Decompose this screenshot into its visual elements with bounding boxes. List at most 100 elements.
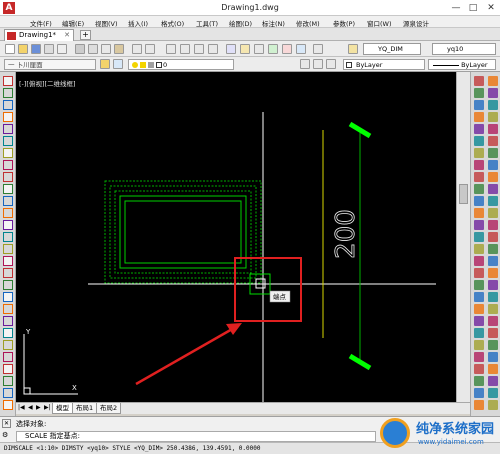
- modify-tool-0-10-icon[interactable]: [474, 196, 484, 206]
- modify-tool-1-5-icon[interactable]: [488, 136, 498, 146]
- help-icon[interactable]: [313, 44, 323, 54]
- modify-tool-1-14-icon[interactable]: [488, 244, 498, 254]
- tool-palettes-icon[interactable]: [254, 44, 264, 54]
- draw-tool-tool-20-icon[interactable]: [3, 316, 13, 326]
- modify-tool-1-12-icon[interactable]: [488, 220, 498, 230]
- modify-tool-1-7-icon[interactable]: [488, 160, 498, 170]
- text-style-select[interactable]: YQ_DIM: [363, 43, 421, 55]
- layer-previous-icon[interactable]: [113, 59, 123, 69]
- sheet-set-icon[interactable]: [268, 44, 278, 54]
- modify-tool-1-3-icon[interactable]: [488, 112, 498, 122]
- modify-tool-0-1-icon[interactable]: [474, 88, 484, 98]
- modify-tool-0-21-icon[interactable]: [474, 328, 484, 338]
- draw-tool-line-icon[interactable]: [3, 76, 13, 86]
- draw-tool-polygon-icon[interactable]: [3, 112, 13, 122]
- command-close-icon[interactable]: ✕: [2, 419, 11, 428]
- modify-tool-0-25-icon[interactable]: [474, 376, 484, 386]
- vertical-scrollbar[interactable]: [456, 72, 470, 402]
- match-properties-icon[interactable]: [114, 44, 124, 54]
- new-tab-button[interactable]: +: [80, 30, 91, 40]
- modify-tool-0-19-icon[interactable]: [474, 304, 484, 314]
- modify-tool-0-12-icon[interactable]: [474, 220, 484, 230]
- modify-tool-0-5-icon[interactable]: [474, 136, 484, 146]
- new-file-icon[interactable]: [5, 44, 15, 54]
- tab-drawing1[interactable]: Drawing1* ✕: [4, 29, 74, 41]
- dim-style-select[interactable]: yq10: [432, 43, 496, 55]
- draw-tool-tool-25-icon[interactable]: [3, 376, 13, 386]
- modify-tool-1-24-icon[interactable]: [488, 364, 498, 374]
- layer-filter-select[interactable]: 一 卜川厘面: [4, 59, 96, 70]
- text-style-icon[interactable]: [348, 44, 358, 54]
- modify-tool-0-15-icon[interactable]: [474, 256, 484, 266]
- modify-tool-1-0-icon[interactable]: [488, 76, 498, 86]
- modify-tool-0-4-icon[interactable]: [474, 124, 484, 134]
- draw-tool-ellipse-icon[interactable]: [3, 184, 13, 194]
- draw-tool-hatch-icon[interactable]: [3, 244, 13, 254]
- zoom-previous-icon[interactable]: [208, 44, 218, 54]
- minimize-button[interactable]: —: [448, 1, 464, 15]
- menu-view[interactable]: 视图(V): [95, 18, 118, 28]
- design-center-icon[interactable]: [240, 44, 250, 54]
- modify-tool-1-4-icon[interactable]: [488, 124, 498, 134]
- modify-tool-1-8-icon[interactable]: [488, 172, 498, 182]
- draw-tool-construction-line-icon[interactable]: [3, 88, 13, 98]
- plot-preview-icon[interactable]: [57, 44, 67, 54]
- modify-tool-0-3-icon[interactable]: [474, 112, 484, 122]
- menu-parameters[interactable]: 参数(P): [333, 18, 355, 28]
- tab-layout1[interactable]: 布局1: [72, 403, 98, 414]
- modify-tool-0-27-icon[interactable]: [474, 400, 484, 410]
- draw-tool-tool-23-icon[interactable]: [3, 352, 13, 362]
- modify-tool-1-2-icon[interactable]: [488, 100, 498, 110]
- menu-edit[interactable]: 编辑(E): [62, 18, 84, 28]
- modify-tool-0-22-icon[interactable]: [474, 340, 484, 350]
- calculator-icon[interactable]: [296, 44, 306, 54]
- markup-icon[interactable]: [282, 44, 292, 54]
- tab-nav-prev-icon[interactable]: ◀: [28, 404, 33, 411]
- modify-tool-1-25-icon[interactable]: [488, 376, 498, 386]
- modify-tool-0-2-icon[interactable]: [474, 100, 484, 110]
- modify-tool-0-26-icon[interactable]: [474, 388, 484, 398]
- modify-tool-0-8-icon[interactable]: [474, 172, 484, 182]
- command-input[interactable]: SCALE 指定基点:: [16, 431, 376, 442]
- draw-tool-tool-22-icon[interactable]: [3, 340, 13, 350]
- menu-yuanquan[interactable]: 源泉设计: [403, 18, 429, 28]
- modify-tool-1-21-icon[interactable]: [488, 328, 498, 338]
- zoom-realtime-icon[interactable]: [180, 44, 190, 54]
- make-current-icon[interactable]: [300, 59, 310, 69]
- draw-tool-tool-27-icon[interactable]: [3, 400, 13, 410]
- modify-tool-0-17-icon[interactable]: [474, 280, 484, 290]
- modify-tool-0-11-icon[interactable]: [474, 208, 484, 218]
- modify-tool-1-27-icon[interactable]: [488, 400, 498, 410]
- modify-tool-1-10-icon[interactable]: [488, 196, 498, 206]
- draw-tool-make-block-icon[interactable]: [3, 220, 13, 230]
- draw-tool-rectangle-icon[interactable]: [3, 124, 13, 134]
- modify-tool-1-19-icon[interactable]: [488, 304, 498, 314]
- tab-model[interactable]: 模型: [52, 403, 73, 414]
- modify-tool-0-14-icon[interactable]: [474, 244, 484, 254]
- modify-tool-0-18-icon[interactable]: [474, 292, 484, 302]
- modify-tool-1-1-icon[interactable]: [488, 88, 498, 98]
- menu-insert[interactable]: 插入(I): [128, 18, 148, 28]
- menu-modify[interactable]: 修改(M): [296, 18, 320, 28]
- modify-tool-0-24-icon[interactable]: [474, 364, 484, 374]
- modify-tool-1-6-icon[interactable]: [488, 148, 498, 158]
- modify-tool-1-9-icon[interactable]: [488, 184, 498, 194]
- draw-tool-spline-icon[interactable]: [3, 172, 13, 182]
- properties-icon[interactable]: [226, 44, 236, 54]
- tab-nav-first-icon[interactable]: |◀: [18, 404, 25, 411]
- draw-tool-revision-cloud-icon[interactable]: [3, 160, 13, 170]
- tab-layout2[interactable]: 布局2: [96, 403, 122, 414]
- modify-tool-0-13-icon[interactable]: [474, 232, 484, 242]
- modify-tool-1-15-icon[interactable]: [488, 256, 498, 266]
- modify-tool-0-7-icon[interactable]: [474, 160, 484, 170]
- draw-tool-multiline-text-icon[interactable]: [3, 292, 13, 302]
- modify-tool-1-17-icon[interactable]: [488, 280, 498, 290]
- save-icon[interactable]: [31, 44, 41, 54]
- draw-tool-tool-24-icon[interactable]: [3, 364, 13, 374]
- modify-tool-1-18-icon[interactable]: [488, 292, 498, 302]
- draw-tool-tool-21-icon[interactable]: [3, 328, 13, 338]
- linetype-select[interactable]: ByLayer: [428, 59, 496, 70]
- modify-tool-1-22-icon[interactable]: [488, 340, 498, 350]
- tab-nav-last-icon[interactable]: ▶|: [44, 404, 51, 411]
- modify-tool-0-20-icon[interactable]: [474, 316, 484, 326]
